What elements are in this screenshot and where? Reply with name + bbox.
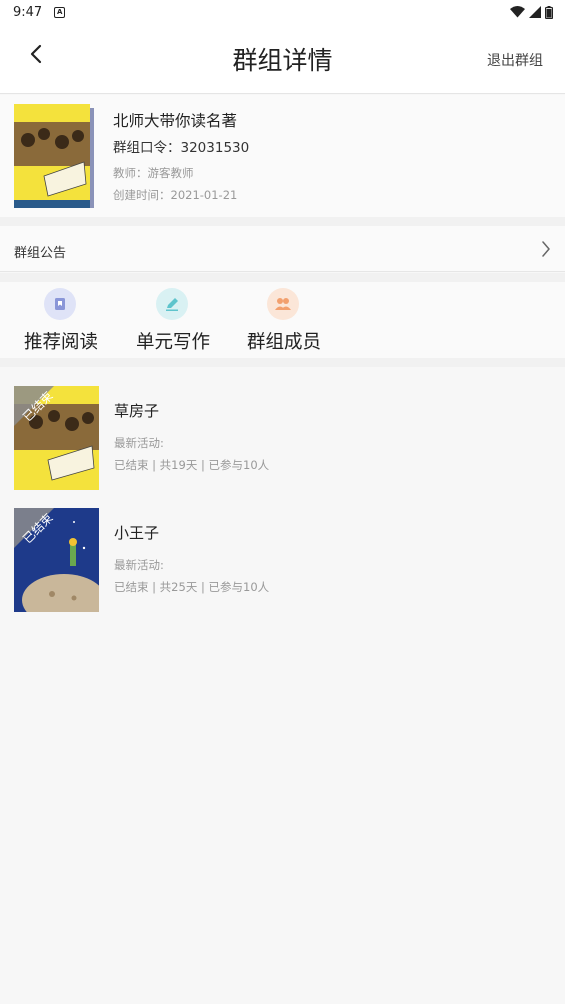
tile-label: 单元写作 xyxy=(135,332,210,353)
back-button[interactable] xyxy=(22,40,50,68)
tile-unit-writing[interactable]: 单元写作 xyxy=(123,282,223,358)
book-meta: 已结束 | 共19天 | 已参与10人 xyxy=(114,458,270,472)
book-title: 小王子 xyxy=(114,524,160,542)
group-cover-image xyxy=(14,104,94,208)
wifi-icon xyxy=(510,6,525,18)
members-icon xyxy=(267,288,299,320)
section-divider xyxy=(0,217,565,226)
tile-label: 推荐阅读 xyxy=(23,332,98,353)
list-item[interactable]: 已结束 草房子 最新活动: 已结束 | 共19天 | 已参与10人 xyxy=(0,380,565,490)
tile-recommended-reading[interactable]: 推荐阅读 xyxy=(11,282,111,358)
book-meta: 已结束 | 共25天 | 已参与10人 xyxy=(114,580,270,594)
book-activity-label: 最新活动: xyxy=(114,558,164,572)
book-title: 草房子 xyxy=(114,402,160,420)
tile-group-members[interactable]: 群组成员 xyxy=(234,282,334,358)
list-item[interactable]: 已结束 小王子 最新活动: 已结束 | 共25天 | 已参与10人 xyxy=(0,502,565,612)
status-bar: 9:47 A xyxy=(0,0,565,24)
page-title: 群组详情 xyxy=(232,46,333,75)
bookmark-icon xyxy=(44,288,76,320)
chevron-left-icon xyxy=(30,44,42,64)
group-code: 群组口令：32031530 xyxy=(113,140,250,156)
book-cover-image: 已结束 xyxy=(14,386,99,490)
chevron-right-icon xyxy=(542,241,550,257)
book-activity-label: 最新活动: xyxy=(114,436,164,450)
section-divider xyxy=(0,358,565,367)
tile-label: 群组成员 xyxy=(246,332,321,353)
battery-icon xyxy=(545,5,553,19)
status-time: 9:47 xyxy=(13,4,43,20)
signal-icon xyxy=(529,6,541,18)
book-cover-image: 已结束 xyxy=(14,508,99,612)
group-created-date: 创建时间：2021-01-21 xyxy=(113,188,238,202)
app-header: 群组详情 退出群组 xyxy=(0,24,565,94)
exit-group-button[interactable]: 退出群组 xyxy=(487,50,543,70)
notification-icon: A xyxy=(54,6,66,18)
group-announcement-row[interactable]: 群组公告 xyxy=(0,226,565,272)
group-info-card: 北师大带你读名著 群组口令：32031530 教师：游客教师 创建时间：2021… xyxy=(0,95,565,217)
function-tiles: 推荐阅读 单元写作 群组成员 xyxy=(0,282,565,358)
announcement-label: 群组公告 xyxy=(14,246,67,261)
group-teacher: 教师：游客教师 xyxy=(113,166,194,180)
edit-icon xyxy=(156,288,188,320)
group-name: 北师大带你读名著 xyxy=(113,112,238,130)
section-divider xyxy=(0,273,565,282)
